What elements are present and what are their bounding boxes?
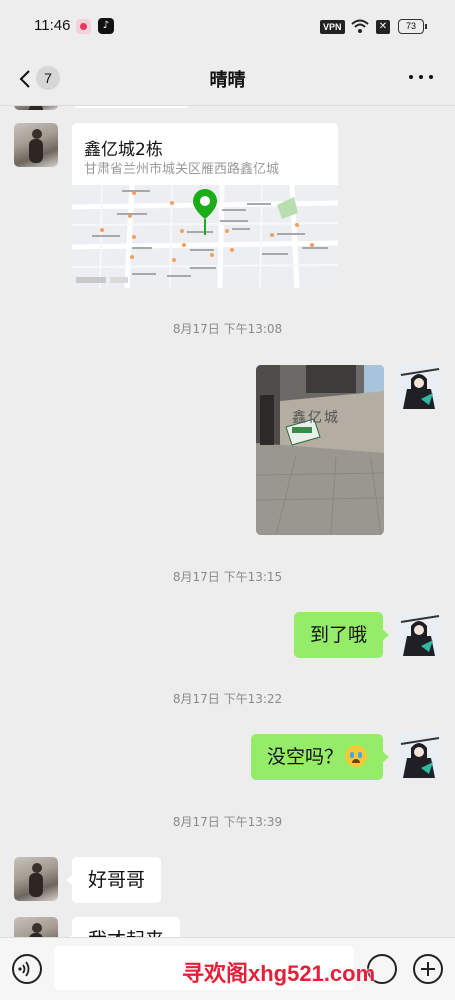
chat-area[interactable]: 鑫亿城2栋 甘肃省兰州市城关区雁西路鑫亿城 8月17日 下午13:08 鑫亿城 … [0, 52, 455, 937]
location-address: 甘肃省兰州市城关区雁西路鑫亿城 [84, 162, 280, 177]
status-bar: 11:46 ♪ VPN ✕ 73 [0, 0, 455, 52]
battery-icon: 73 [398, 19, 427, 34]
vpn-icon: VPN [320, 20, 345, 34]
more-functions-button[interactable] [413, 954, 443, 984]
location-map [72, 185, 338, 288]
contact-avatar[interactable] [14, 917, 58, 937]
sent-message[interactable]: 到了哦 [293, 612, 390, 658]
timestamp: 8月17日 下午13:15 [172, 570, 283, 584]
battery-level: 73 [405, 21, 416, 31]
photo-sign-text: 鑫亿城 [292, 410, 340, 426]
dot-icon [429, 75, 433, 79]
signal-off-icon: ✕ [376, 20, 390, 34]
received-message[interactable]: 好哥哥 [65, 857, 162, 903]
voice-input-button[interactable] [12, 954, 42, 984]
dot-icon [419, 75, 423, 79]
my-avatar[interactable] [397, 612, 441, 656]
wifi-icon [351, 18, 369, 34]
my-avatar[interactable] [397, 734, 441, 778]
photo-message[interactable]: 鑫亿城 [256, 365, 384, 535]
input-bar: 寻欢阁xhg521.com [0, 937, 455, 1000]
sent-message[interactable]: 没空吗？ [250, 734, 390, 780]
chat-title: 晴晴 [209, 70, 246, 91]
message-text: 没空吗？ [266, 746, 343, 768]
status-time: 11:46 [34, 17, 71, 34]
watermark-text: 寻欢阁xhg521.com [182, 961, 376, 986]
voice-icon [18, 961, 30, 977]
message-text: 好哥哥 [88, 869, 146, 891]
timestamp: 8月17日 下午13:39 [172, 815, 283, 829]
contact-avatar[interactable] [14, 857, 58, 901]
message-text: 到了哦 [309, 624, 367, 646]
dot-icon [409, 75, 413, 79]
timestamp: 8月17日 下午13:22 [172, 692, 283, 706]
chat-header: 7 晴晴 [0, 52, 455, 106]
crying-face-icon [345, 745, 367, 767]
contact-avatar[interactable] [14, 123, 58, 167]
received-message[interactable]: 我才起来 [65, 917, 181, 937]
my-avatar[interactable] [397, 365, 441, 409]
message-text: 我才起来 [88, 929, 164, 937]
timestamp: 8月17日 下午13:08 [172, 322, 283, 336]
more-options-button[interactable] [409, 72, 433, 82]
tiktok-notification-icon: ♪ [98, 18, 114, 34]
app-notification-icon [76, 19, 91, 34]
location-name: 鑫亿城2栋 [84, 140, 163, 160]
location-card[interactable]: 鑫亿城2栋 甘肃省兰州市城关区雁西路鑫亿城 [72, 123, 338, 288]
